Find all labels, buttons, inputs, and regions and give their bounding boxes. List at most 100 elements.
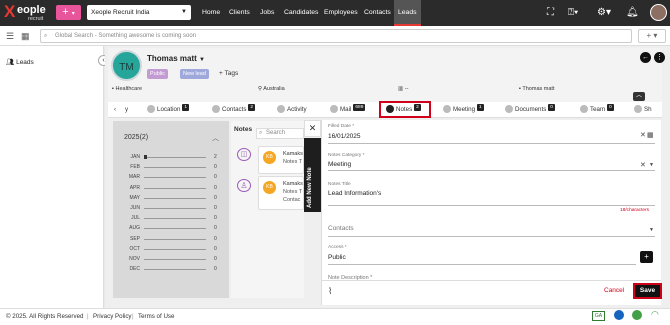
save-button[interactable]: Save	[633, 283, 662, 299]
attachment-icon[interactable]: ⌇	[328, 286, 332, 297]
user-avatar[interactable]	[650, 4, 667, 21]
clear-icon[interactable]: ✕	[640, 161, 646, 169]
month-count: 0	[214, 235, 217, 242]
xeople-logo[interactable]: X eople recruit	[4, 2, 52, 24]
note-author-avatar: KB	[263, 151, 276, 164]
month-label: JAN	[130, 154, 140, 160]
month-row[interactable]: FEB 0	[122, 162, 222, 172]
tab-contacts[interactable]: Contacts 2	[212, 104, 256, 116]
month-bar	[144, 269, 206, 271]
add-tags-button[interactable]: + Tags	[219, 70, 238, 77]
sidebar-item-leads[interactable]: 👥︎ Leads	[6, 58, 34, 66]
nav-contacts[interactable]: Contacts	[364, 0, 391, 26]
tabs-scroll-left-icon[interactable]: ‹	[114, 104, 116, 116]
caret-down-icon[interactable]: ▼	[199, 57, 205, 63]
tab-share[interactable]: Sh	[634, 104, 652, 116]
month-row[interactable]: APR 0	[122, 183, 222, 193]
month-row[interactable]: JUN 0	[122, 203, 222, 213]
user-icon[interactable]	[614, 310, 624, 320]
nav-candidates[interactable]: Candidates	[284, 0, 318, 26]
logo-sub: recruit	[28, 16, 44, 22]
month-label: MAR	[128, 174, 140, 181]
terms-link[interactable]: Terms of Use	[138, 313, 174, 320]
ga-badge: GA	[592, 311, 605, 321]
tab-notes[interactable]: Notes 2	[386, 104, 421, 116]
help-icon[interactable]: ⍰▾	[568, 7, 578, 19]
month-row[interactable]: SEP 0	[122, 234, 222, 244]
nav-leads[interactable]: Leads	[394, 0, 421, 26]
briefcase-icon: ◫	[237, 148, 251, 161]
month-bar	[144, 258, 206, 260]
tab-meeting[interactable]: Meeting 1	[443, 104, 484, 116]
note-author-avatar: KB	[263, 181, 276, 194]
note-card[interactable]: KB Kamaks Notes T Contac	[258, 176, 304, 210]
divider	[328, 170, 655, 171]
add-dropdown-button[interactable]: + ▾	[638, 29, 666, 43]
month-bar	[144, 167, 206, 169]
month-count: 2	[214, 154, 217, 160]
notes-title-input[interactable]: Lead Information's	[328, 190, 381, 197]
close-drawer-button[interactable]: ✕	[304, 120, 321, 137]
month-row[interactable]: MAY 0	[122, 193, 222, 203]
mail-icon	[330, 105, 338, 114]
person-icon: ▪	[519, 86, 521, 92]
tab-mail[interactable]: Mail 689	[330, 104, 366, 116]
nav-clients[interactable]: Clients	[229, 0, 250, 26]
notes-title-label: Notes Title	[328, 182, 351, 187]
cancel-button[interactable]: Cancel	[604, 287, 624, 294]
month-bar	[144, 197, 206, 199]
note-card[interactable]: KB Kamaks Notes T	[258, 146, 304, 174]
month-row[interactable]: JAN 2	[122, 152, 222, 162]
fullscreen-icon[interactable]: ⛶	[547, 7, 554, 19]
quick-add-button[interactable]: + ▾	[56, 5, 81, 20]
footer-separator: |	[87, 313, 89, 320]
divider	[328, 205, 655, 206]
month-row[interactable]: DEC 0	[122, 264, 222, 274]
privacy-policy-link[interactable]: Privacy Policy	[93, 313, 132, 320]
company-select-value: Xeople Recruit India	[91, 9, 150, 16]
tab-history[interactable]: y	[125, 104, 128, 116]
month-bar	[144, 248, 206, 250]
clear-icon[interactable]: ✕	[640, 131, 646, 139]
month-row[interactable]: OCT 0	[122, 244, 222, 254]
more-options-button[interactable]: ⋮	[654, 52, 665, 63]
collapse-profile-button[interactable]: ︿	[633, 92, 645, 101]
month-bar	[144, 238, 206, 240]
divider	[328, 264, 636, 265]
category-select[interactable]: Meeting	[328, 161, 351, 168]
contacts-select[interactable]: Contacts	[328, 225, 354, 232]
gear-icon[interactable]: ⚙▾	[597, 7, 611, 19]
company-select[interactable]: Xeople Recruit India ▼	[87, 5, 191, 20]
list-view-icon[interactable]: ☰	[6, 31, 14, 42]
nav-home[interactable]: Home	[202, 0, 220, 26]
chevron-up-icon[interactable]: ︿	[212, 133, 219, 143]
note-contact: Contac	[283, 197, 301, 203]
month-label: NOV	[129, 255, 140, 262]
nav-jobs[interactable]: Jobs	[260, 0, 274, 26]
owner-field: ▪ Thomas matt	[519, 86, 555, 92]
tab-documents[interactable]: Documents 0	[505, 104, 555, 116]
month-row[interactable]: NOV 0	[122, 254, 222, 264]
calendar-icon[interactable]: ▦	[647, 131, 654, 139]
tab-team[interactable]: Team 0	[580, 104, 614, 116]
chevron-down-icon[interactable]: ▼	[649, 162, 654, 168]
tab-activity[interactable]: Activity	[277, 104, 307, 116]
month-row[interactable]: AUG 0	[122, 223, 222, 233]
month-row[interactable]: JUL 0	[122, 213, 222, 223]
notes-search-input[interactable]: ⌕ Search	[256, 128, 304, 139]
search-placeholder: Global Search - Something awesome is com…	[55, 33, 197, 39]
global-search-input[interactable]: ⌕ Global Search - Something awesome is c…	[40, 29, 632, 43]
nav-employees[interactable]: Employees	[324, 0, 358, 26]
tab-location[interactable]: Location 1	[147, 104, 190, 116]
copyright-text: © 2025. All Rights Reserved	[6, 313, 84, 320]
back-arrow-button[interactable]: ←	[640, 52, 651, 63]
chevron-down-icon[interactable]: ▼	[649, 227, 654, 233]
grid-view-icon[interactable]: ▦	[21, 31, 30, 42]
add-access-button[interactable]: +	[640, 251, 653, 263]
sidebar-item-label: Leads	[16, 59, 34, 66]
bell-icon[interactable]: 🔔︎	[626, 7, 639, 19]
month-row[interactable]: MAR 0	[122, 172, 222, 182]
filled-date-input[interactable]: 16/01/2025	[328, 133, 361, 140]
drawer-title: Add New Note	[307, 167, 313, 208]
access-select[interactable]: Public	[328, 254, 346, 261]
